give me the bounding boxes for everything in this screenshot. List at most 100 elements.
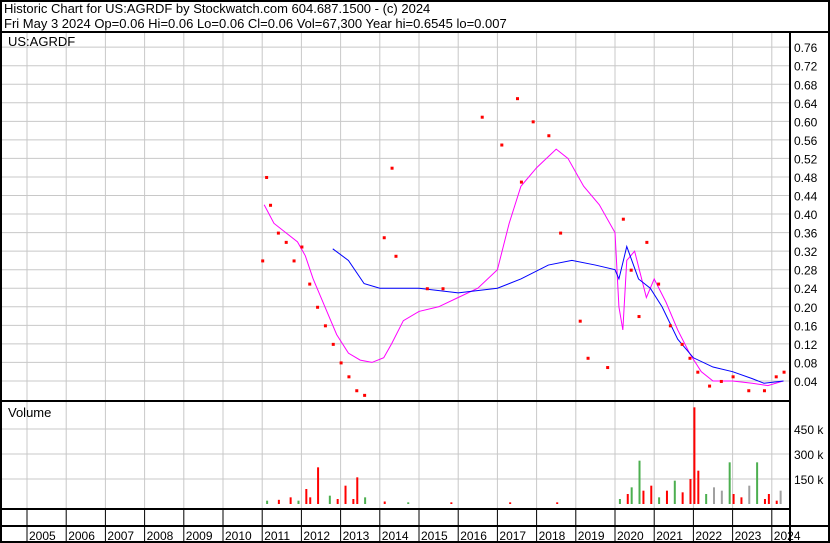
volume-bar — [407, 502, 410, 504]
year-label: 2005 — [29, 529, 56, 543]
year-label: 2008 — [147, 529, 174, 543]
year-label: 2018 — [539, 529, 566, 543]
volume-bar — [658, 497, 661, 504]
volume-bar — [775, 500, 778, 504]
price-point — [531, 120, 535, 124]
price-point — [559, 231, 563, 235]
volume-bar — [364, 497, 367, 504]
volume-bar — [556, 502, 559, 504]
price-point — [621, 217, 625, 221]
header-title: Historic Chart for US:AGRDF by Stockwatc… — [4, 1, 430, 16]
price-tick-label: 0.56 — [794, 134, 818, 148]
price-point — [645, 240, 649, 244]
price-tick-label: 0.60 — [794, 115, 818, 129]
volume-tick-label: 150 k — [794, 473, 824, 487]
volume-bar — [297, 500, 300, 504]
volume-bar — [665, 490, 668, 504]
price-tick-label: 0.76 — [794, 41, 818, 55]
volume-bar — [705, 494, 708, 504]
price-point — [586, 356, 590, 360]
price-point — [292, 259, 296, 263]
volume-tick-label: 450 k — [794, 423, 824, 437]
price-point — [390, 166, 394, 170]
price-point — [425, 287, 429, 291]
price-point — [276, 231, 280, 235]
year-label: 2011 — [264, 529, 290, 543]
year-label: 2014 — [382, 529, 409, 543]
price-point — [480, 115, 484, 119]
price-point — [688, 356, 692, 360]
price-tick-label: 0.52 — [794, 152, 818, 166]
volume-bar — [748, 485, 751, 504]
price-point — [355, 389, 359, 393]
volume-bar — [720, 490, 723, 504]
price-point — [519, 180, 523, 184]
price-point — [331, 342, 335, 346]
volume-bar — [289, 497, 292, 504]
price-point — [261, 259, 265, 263]
price-tick-label: 0.20 — [794, 301, 818, 315]
year-label: 2016 — [460, 529, 487, 543]
price-point — [441, 287, 445, 291]
price-tick-label: 0.72 — [794, 60, 818, 74]
price-point — [747, 389, 751, 393]
price-point — [731, 375, 735, 379]
volume-bar — [728, 462, 731, 504]
volume-bar — [317, 467, 320, 504]
volume-bar — [266, 500, 269, 504]
price-point — [680, 342, 684, 346]
price-tick-label: 0.64 — [794, 97, 818, 111]
price-point — [347, 375, 351, 379]
volume-bar — [673, 480, 676, 504]
year-label: 2024 — [774, 529, 801, 543]
volume-bar — [779, 490, 782, 504]
price-point — [668, 324, 672, 328]
price-tick-label: 0.12 — [794, 338, 818, 352]
volume-axis-labels: 450 k 300 k 150 k — [794, 423, 824, 487]
volume-bar — [328, 495, 331, 504]
year-label: 2010 — [225, 529, 252, 543]
header-quote: Fri May 3 2024 Op=0.06 Hi=0.06 Lo=0.06 C… — [4, 16, 507, 31]
volume-bar — [681, 492, 684, 504]
volume-bar — [450, 502, 453, 504]
volume-bar — [356, 477, 359, 504]
price-point — [774, 375, 778, 379]
price-tick-label: 0.16 — [794, 319, 818, 333]
volume-bar — [650, 485, 653, 504]
volume-bar — [642, 490, 645, 504]
year-label: 2019 — [578, 529, 605, 543]
price-tick-label: 0.36 — [794, 227, 818, 241]
volume-bar — [732, 494, 735, 504]
volume-tick-label: 300 k — [794, 448, 824, 462]
volume-bar — [305, 489, 308, 504]
volume-bar — [344, 485, 347, 504]
price-point — [578, 319, 582, 323]
price-point — [382, 236, 386, 240]
year-label: 2023 — [735, 529, 762, 543]
volume-bar — [618, 499, 621, 504]
price-panel-title: US:AGRDF — [8, 34, 75, 49]
price-point — [316, 305, 320, 309]
price-point — [363, 393, 367, 397]
price-point — [629, 268, 633, 272]
price-tick-label: 0.08 — [794, 356, 818, 370]
year-label: 2009 — [186, 529, 213, 543]
year-label: 2021 — [656, 529, 683, 543]
volume-bar — [352, 499, 355, 504]
price-point — [269, 203, 273, 207]
price-point — [284, 240, 288, 244]
volume-bar — [767, 494, 770, 504]
price-point — [696, 370, 700, 374]
year-label: 2012 — [303, 529, 330, 543]
volume-bar — [509, 502, 512, 504]
price-point — [323, 324, 327, 328]
volume-bar — [713, 487, 715, 504]
volume-bar — [756, 462, 759, 504]
volume-bar — [740, 497, 743, 504]
price-point — [782, 370, 786, 374]
volume-bar — [689, 479, 692, 504]
price-tick-label: 0.48 — [794, 171, 818, 185]
price-tick-label: 0.32 — [794, 245, 818, 259]
price-tick-label: 0.68 — [794, 78, 818, 92]
price-point — [762, 389, 766, 393]
